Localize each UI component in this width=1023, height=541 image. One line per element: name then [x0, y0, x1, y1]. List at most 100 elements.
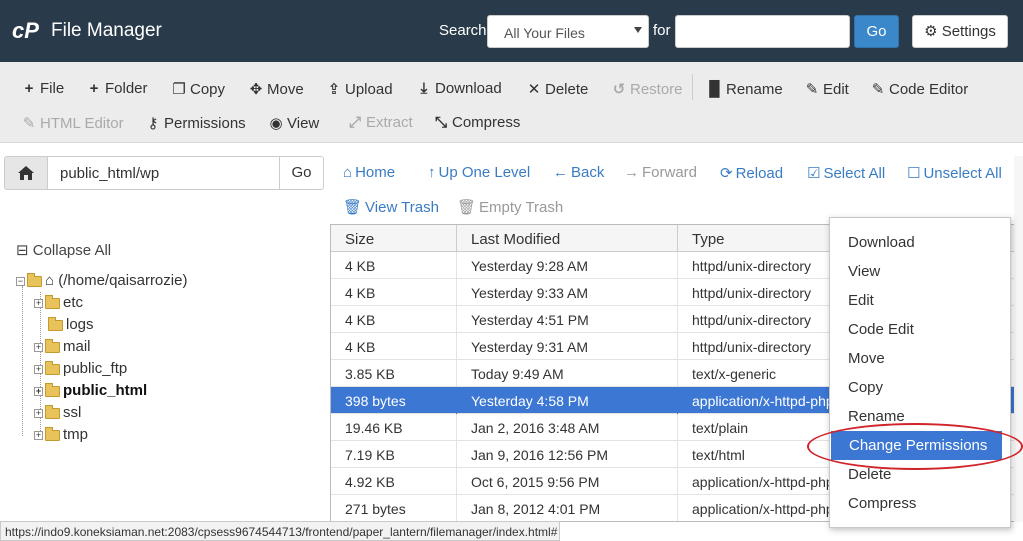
nav-home[interactable]: ⌂ Home	[343, 164, 395, 181]
key-icon: ⚷	[147, 115, 159, 132]
close-icon: ✕	[527, 81, 541, 98]
checkbox-empty-icon: ☐	[907, 165, 921, 182]
extract-label: Extract	[366, 114, 413, 131]
tree-folder-ssl[interactable]: + ssl	[34, 404, 81, 424]
restore-button[interactable]: ↺ Restore	[611, 80, 683, 98]
undo-icon: ↺	[612, 81, 626, 98]
tree-folder-etc[interactable]: + etc	[34, 294, 83, 314]
cell-size: 271 bytes	[331, 495, 457, 521]
new-file-button[interactable]: + File	[21, 80, 65, 97]
menu-item-move[interactable]: Move	[830, 344, 1010, 373]
nav-select-all-label: Select All	[823, 165, 886, 182]
column-header-last-modified[interactable]: Last Modified	[457, 225, 678, 252]
cell-modified: Yesterday 4:58 PM	[457, 387, 678, 414]
compress-button[interactable]: ⤡ Compress	[433, 114, 520, 131]
tree-root[interactable]: − ⌂ (/home/qaisarrozie)	[16, 272, 187, 292]
nav-reload[interactable]: ⟳ Reload	[720, 164, 783, 182]
cell-size: 19.46 KB	[331, 414, 457, 441]
tree-folder-label: logs	[66, 316, 94, 333]
nav-unselect-all[interactable]: ☐ Unselect All	[907, 164, 1002, 182]
edit-button[interactable]: ✎ Edit	[804, 80, 849, 98]
cell-modified: Jan 8, 2012 4:01 PM	[457, 495, 678, 521]
permissions-button[interactable]: ⚷ Permissions	[145, 114, 246, 132]
tree-folder-label: public_ftp	[63, 360, 128, 377]
view-button[interactable]: ◉ View	[268, 114, 319, 132]
search-scope-select[interactable]: All Your Files	[487, 15, 649, 48]
tree-folder-public-html[interactable]: + public_html	[34, 382, 147, 402]
tree-folder-public-ftp[interactable]: + public_ftp	[34, 360, 127, 380]
menu-item-download[interactable]: Download	[830, 228, 1010, 257]
menu-item-code-edit[interactable]: Code Edit	[830, 315, 1010, 344]
cell-size: 3.85 KB	[331, 360, 457, 387]
collapse-all-label: Collapse All	[32, 242, 112, 259]
nav-select-all[interactable]: ☑ Select All	[807, 164, 885, 182]
nav-up-one-level[interactable]: ↑ Up One Level	[428, 164, 530, 181]
path-go-button[interactable]: Go	[279, 156, 324, 190]
move-icon: ✥	[249, 81, 263, 98]
settings-button[interactable]: ⚙ Settings	[912, 15, 1008, 48]
red-highlight-circle	[807, 423, 1023, 470]
nav-view-trash-label: View Trash	[365, 199, 439, 216]
cell-size: 7.19 KB	[331, 441, 457, 468]
page-scrollbar[interactable]	[1014, 156, 1023, 522]
tree-folder-logs[interactable]: logs	[48, 316, 94, 336]
html-editor-button[interactable]: ✎ HTML Editor	[21, 114, 124, 132]
pencil-icon: ✎	[805, 81, 819, 98]
action-toolbar: + File + Folder ❐ Copy ✥ Move ⇪ Upload ⤓ Downl…	[0, 62, 1023, 143]
delete-label: Delete	[545, 81, 589, 98]
nav-empty-trash[interactable]: 🗑 Empty Trash	[457, 198, 563, 216]
delete-button[interactable]: ✕ Delete	[526, 80, 589, 98]
nav-forward-label: Forward	[642, 164, 698, 181]
cell-modified: Yesterday 9:31 AM	[457, 333, 678, 360]
nav-forward[interactable]: → Forward	[624, 164, 697, 181]
move-label: Move	[267, 81, 304, 98]
extract-button[interactable]: ⤢ Extract	[347, 114, 413, 131]
for-label: for	[653, 22, 671, 39]
checkbox-checked-icon: ☑	[807, 165, 821, 182]
cell-size: 4 KB	[331, 252, 457, 279]
edit-square-icon: ✎	[22, 115, 36, 132]
nav-back[interactable]: ← Back	[553, 164, 604, 181]
new-folder-button[interactable]: + Folder	[86, 80, 148, 97]
collapse-toggle-icon[interactable]: −	[16, 276, 25, 286]
nav-view-trash[interactable]: 🗑 View Trash	[343, 198, 439, 216]
download-button[interactable]: ⤓ Download	[416, 80, 502, 97]
search-go-button[interactable]: Go	[854, 15, 899, 48]
move-button[interactable]: ✥ Move	[248, 80, 304, 98]
menu-item-compress[interactable]: Compress	[830, 489, 1010, 518]
copy-button[interactable]: ❐ Copy	[171, 80, 225, 98]
upload-button[interactable]: ⇪ Upload	[326, 80, 393, 98]
rename-button[interactable]: ▉ Rename	[707, 80, 782, 98]
top-header: cP File Manager Search All Your Files fo…	[0, 0, 1023, 62]
cell-modified: Yesterday 4:51 PM	[457, 306, 678, 333]
search-input[interactable]	[675, 15, 850, 48]
app-title: File Manager	[51, 20, 162, 41]
expand-toggle-icon[interactable]: +	[34, 430, 43, 440]
upload-label: Upload	[345, 81, 393, 98]
collapse-all-button[interactable]: ⊟ Collapse All	[16, 241, 111, 259]
column-header-size[interactable]: Size	[331, 225, 457, 252]
expand-toggle-icon[interactable]: +	[34, 386, 43, 396]
folder-icon	[45, 360, 60, 375]
menu-item-view[interactable]: View	[830, 257, 1010, 286]
cell-size: 4 KB	[331, 279, 457, 306]
expand-toggle-icon[interactable]: +	[34, 364, 43, 374]
arrow-right-icon: →	[624, 164, 639, 181]
cell-modified: Oct 6, 2015 9:56 PM	[457, 468, 678, 495]
cell-size: 4.92 KB	[331, 468, 457, 495]
path-home-button[interactable]	[4, 156, 48, 190]
cpanel-logo[interactable]: cP	[12, 18, 39, 44]
search-label: Search	[439, 22, 487, 39]
expand-toggle-icon[interactable]: +	[34, 408, 43, 418]
edit-label: Edit	[823, 81, 849, 98]
tree-folder-mail[interactable]: + mail	[34, 338, 91, 358]
expand-toggle-icon[interactable]: +	[34, 298, 43, 308]
tree-folder-tmp[interactable]: + tmp	[34, 426, 88, 446]
plus-icon: +	[89, 80, 99, 97]
path-input[interactable]: public_html/wp	[47, 156, 280, 190]
home-icon: ⌂	[45, 272, 55, 289]
menu-item-edit[interactable]: Edit	[830, 286, 1010, 315]
expand-toggle-icon[interactable]: +	[34, 342, 43, 352]
menu-item-copy[interactable]: Copy	[830, 373, 1010, 402]
code-editor-button[interactable]: ✎ Code Editor	[870, 80, 969, 98]
